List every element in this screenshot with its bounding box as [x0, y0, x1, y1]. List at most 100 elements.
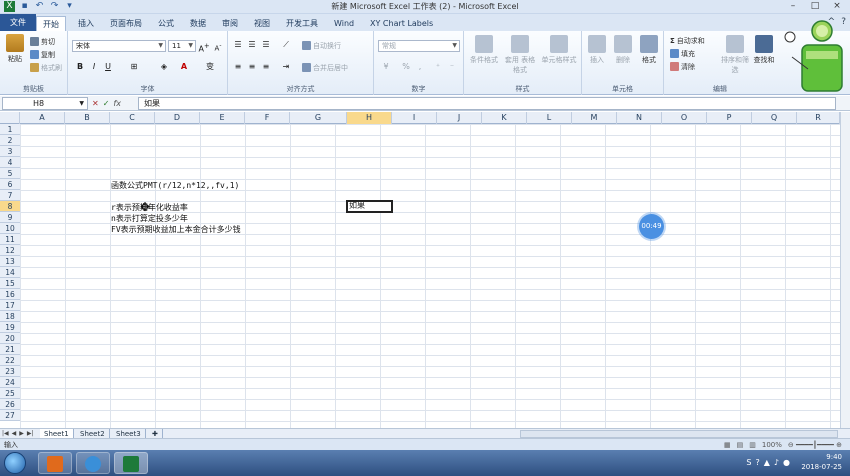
row-header[interactable]: 22 [0, 355, 20, 366]
network-icon[interactable]: ▲ [764, 458, 770, 467]
column-header[interactable]: D [155, 112, 200, 124]
row-header[interactable]: 23 [0, 366, 20, 377]
horizontal-scrollbar[interactable] [520, 430, 838, 438]
help-tray-icon[interactable]: ? [756, 458, 760, 467]
font-name-combo[interactable]: 宋体 ▼ [72, 40, 166, 52]
bold-button[interactable]: B [74, 61, 86, 73]
fill-button[interactable]: 填充 [670, 48, 695, 59]
tab-file[interactable]: 文件 [0, 14, 36, 31]
italic-button[interactable]: I [88, 61, 100, 73]
sort-filter-button[interactable]: 排序和筛选 [720, 35, 750, 75]
taskbar-app-office[interactable] [38, 452, 72, 474]
page-layout-view-icon[interactable]: ▤ [737, 440, 744, 450]
cancel-entry-icon[interactable]: ✕ [92, 97, 99, 110]
percent-button[interactable]: % [400, 61, 412, 73]
delete-cells-button[interactable]: 删除 [610, 35, 636, 65]
close-button[interactable]: × [826, 0, 848, 13]
name-box[interactable]: H8 ▼ [2, 97, 88, 110]
insert-cells-button[interactable]: 插入 [584, 35, 610, 65]
column-header[interactable]: P [707, 112, 752, 124]
tab-data[interactable]: 数据 [184, 16, 212, 31]
row-header[interactable]: 6 [0, 179, 20, 190]
normal-view-icon[interactable]: ▦ [724, 440, 731, 450]
phonetic-icon[interactable]: 变 [204, 61, 216, 73]
formula-input[interactable]: 如果 [138, 97, 836, 110]
row-header[interactable]: 11 [0, 234, 20, 245]
column-header[interactable]: M [572, 112, 617, 124]
font-size-combo[interactable]: 11 ▼ [168, 40, 196, 52]
cut-button[interactable]: 剪切 [30, 36, 55, 47]
row-header[interactable]: 4 [0, 157, 20, 168]
grow-font-button[interactable]: A+ [198, 40, 210, 54]
underline-button[interactable]: U [102, 61, 114, 73]
wrap-text-button[interactable]: 自动换行 [302, 40, 341, 51]
align-right-icon[interactable]: ≡ [260, 61, 272, 73]
active-cell-h8[interactable]: 如果 [346, 200, 393, 213]
merge-center-button[interactable]: 合并后居中 [302, 62, 348, 73]
copy-button[interactable]: 复制 [30, 49, 55, 60]
column-header[interactable]: H [347, 112, 392, 124]
tab-wind[interactable]: Wind [328, 16, 360, 31]
vertical-scrollbar[interactable] [840, 112, 850, 428]
taskbar-app-browser[interactable] [76, 452, 110, 474]
column-header[interactable]: L [527, 112, 572, 124]
row-header[interactable]: 16 [0, 289, 20, 300]
increase-decimal-icon[interactable]: ⁺ [432, 61, 444, 73]
format-as-table-button[interactable]: 套用 表格格式 [502, 35, 538, 75]
cell-styles-button[interactable]: 单元格样式 [538, 35, 580, 65]
row-header[interactable]: 14 [0, 267, 20, 278]
column-header[interactable]: F [245, 112, 290, 124]
clock[interactable]: 9:40 2018-07-25 [801, 452, 842, 472]
column-header[interactable]: I [392, 112, 437, 124]
cell-c9[interactable]: n表示打算定投多少年 [111, 213, 188, 224]
cell-c6[interactable]: 函数公式PMT(r/12,n*12,,fv,1) [111, 180, 239, 191]
clear-button[interactable]: 清除 [670, 61, 695, 72]
tab-page-layout[interactable]: 页面布局 [104, 16, 148, 31]
decrease-decimal-icon[interactable]: ⁻ [446, 61, 458, 73]
font-color-icon[interactable]: A [178, 61, 190, 73]
paste-button[interactable]: 粘贴 [4, 34, 26, 64]
volume-icon[interactable]: ♪ [774, 458, 779, 467]
format-cells-button[interactable]: 格式 [636, 35, 662, 65]
row-header[interactable]: 21 [0, 344, 20, 355]
align-top-icon[interactable]: ☰ [232, 39, 244, 51]
row-header[interactable]: 24 [0, 377, 20, 388]
format-painter-button[interactable]: 格式刷 [30, 62, 62, 73]
column-header[interactable]: E [200, 112, 245, 124]
row-header[interactable]: 7 [0, 190, 20, 201]
row-header[interactable]: 19 [0, 322, 20, 333]
indent-icon[interactable]: ⇥ [280, 61, 292, 73]
tab-xy-chart-labels[interactable]: XY Chart Labels [364, 16, 439, 31]
input-method-icon[interactable]: S [746, 458, 751, 467]
insert-function-icon[interactable]: fx [113, 97, 121, 110]
zoom-level[interactable]: 100% [762, 440, 782, 450]
maximize-button[interactable]: □ [804, 0, 826, 13]
row-header[interactable]: 27 [0, 410, 20, 421]
column-header[interactable]: G [290, 112, 347, 124]
cell-c10[interactable]: FV表示预期收益加上本金合计多少钱 [111, 224, 241, 235]
row-header[interactable]: 20 [0, 333, 20, 344]
column-header[interactable]: K [482, 112, 527, 124]
row-header[interactable]: 25 [0, 388, 20, 399]
timer-badge[interactable]: 00:49 [639, 214, 664, 239]
column-header[interactable]: N [617, 112, 662, 124]
row-header[interactable]: 2 [0, 135, 20, 146]
tab-view[interactable]: 视图 [248, 16, 276, 31]
tab-home[interactable]: 开始 [36, 16, 66, 31]
taskbar-app-excel[interactable] [114, 452, 148, 474]
start-button[interactable] [4, 452, 26, 474]
number-format-combo[interactable]: 常规 ▼ [378, 40, 460, 52]
column-header[interactable]: J [437, 112, 482, 124]
row-header[interactable]: 13 [0, 256, 20, 267]
column-header[interactable]: R [797, 112, 840, 124]
tab-review[interactable]: 审阅 [216, 16, 244, 31]
tab-insert[interactable]: 插入 [72, 16, 100, 31]
column-header[interactable]: A [20, 112, 65, 124]
row-header[interactable]: 5 [0, 168, 20, 179]
autosum-button[interactable]: Σ 自动求和 [670, 35, 705, 46]
minimize-button[interactable]: – [782, 0, 804, 13]
page-break-view-icon[interactable]: ▥ [749, 440, 756, 450]
orientation-icon[interactable]: ⟋ [280, 39, 292, 51]
row-header[interactable]: 9 [0, 212, 20, 223]
row-header[interactable]: 3 [0, 146, 20, 157]
